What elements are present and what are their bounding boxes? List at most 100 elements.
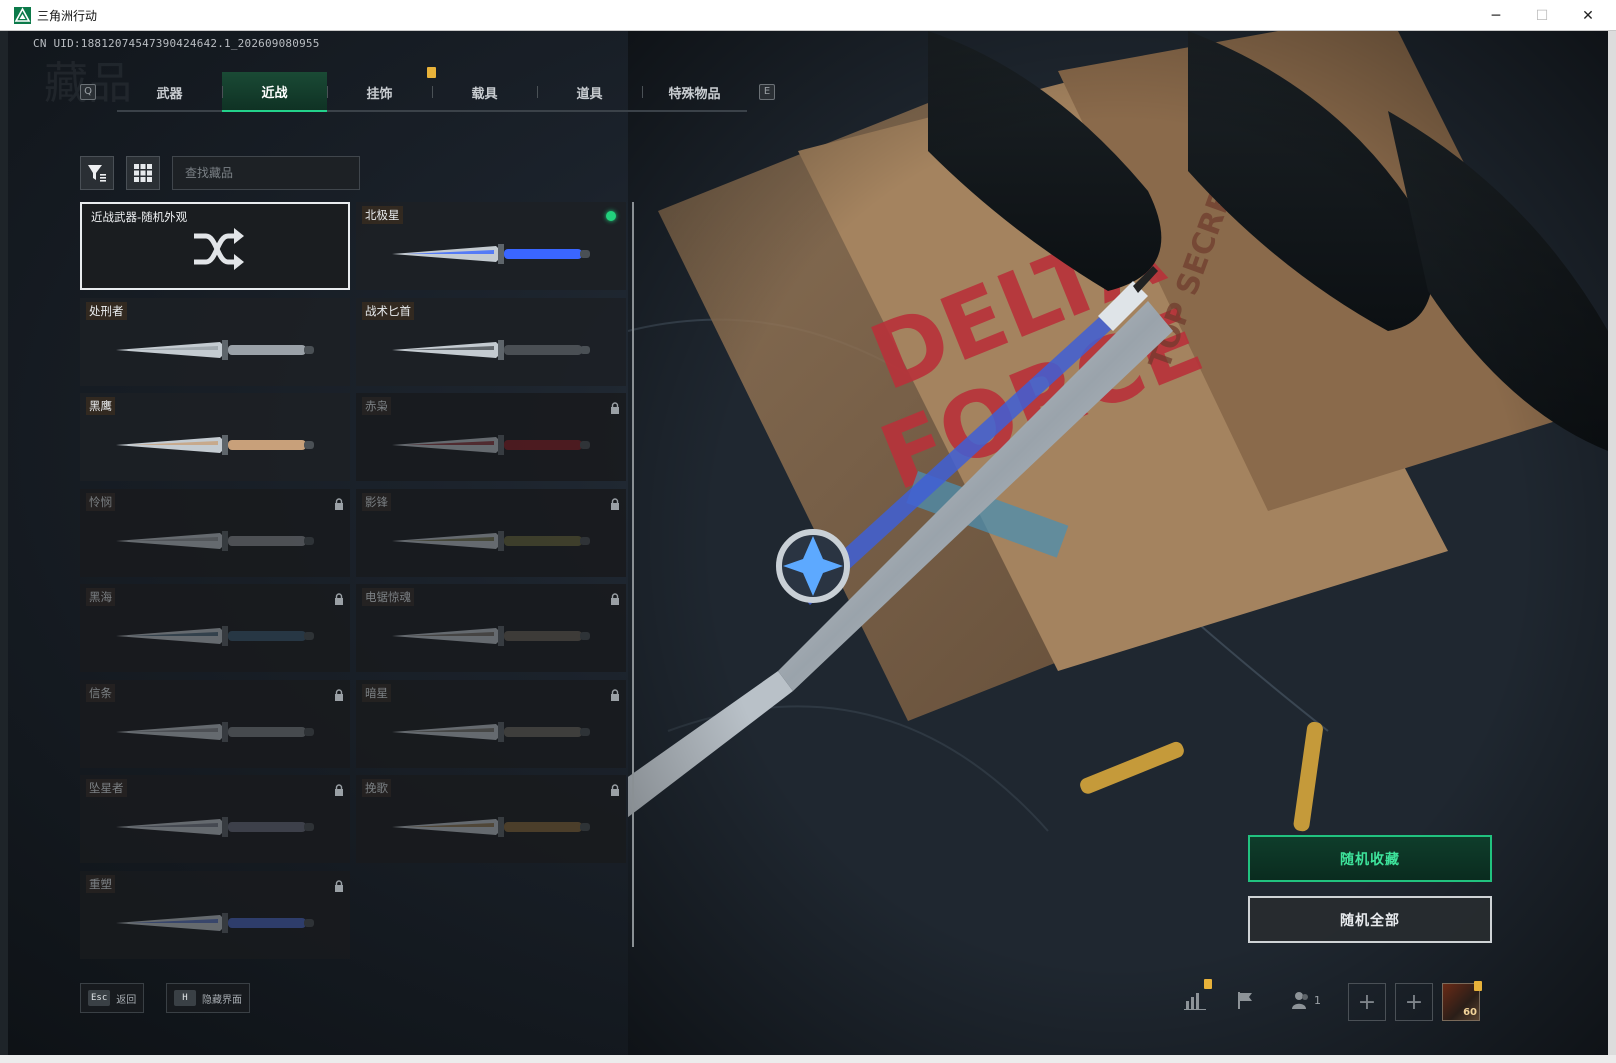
melee-item-label: 挽歌 (362, 779, 391, 797)
shuffle-icon (194, 228, 244, 270)
melee-item-label: 暗星 (362, 683, 391, 702)
melee-item-card[interactable]: 影锋 (356, 488, 626, 577)
melee-item-label: 近战武器-随机外观 (91, 210, 188, 224)
window-bottom-edge (0, 1055, 1616, 1063)
melee-item-card[interactable]: 黑鹰 (80, 393, 350, 481)
bar-chart-icon (1184, 993, 1206, 1010)
lock-icon (334, 590, 344, 605)
tab-props[interactable]: 道具 (537, 72, 642, 112)
knife-image (116, 626, 314, 646)
tab-melee[interactable]: 近战 (222, 72, 327, 112)
stats-alert-icon (1204, 979, 1212, 989)
app-logo-icon (14, 7, 31, 24)
melee-item-card[interactable]: 战术匕首 (356, 297, 626, 386)
tab-vehicles[interactable]: 载具 (432, 72, 537, 112)
close-button[interactable]: ✕ (1565, 0, 1611, 31)
h-key: H (174, 990, 196, 1006)
hide-ui-label: 隐藏界面 (202, 994, 242, 1006)
back-hint[interactable]: Esc 返回 (80, 983, 145, 1013)
friends-button[interactable]: 1 (1284, 985, 1328, 1015)
lock-icon (334, 686, 344, 701)
melee-item-label: 电锯惊魂 (362, 588, 414, 606)
melee-item-card[interactable]: 暗星 (356, 679, 626, 768)
knife-image (116, 530, 314, 551)
plus-icon: + (1404, 989, 1424, 1015)
tab-weapons[interactable]: 武器 (117, 72, 222, 112)
missions-button[interactable] (1230, 985, 1260, 1015)
melee-item-label: 赤枭 (362, 397, 391, 415)
lock-icon (334, 877, 344, 892)
grid-view-button[interactable] (126, 156, 160, 190)
random-favorite-button[interactable]: 随机收藏 (1248, 835, 1492, 882)
plus-icon: + (1357, 989, 1377, 1015)
grid-view-icon (134, 164, 152, 182)
category-tabs: 武器 近战 挂饰 载具 道具 特殊物品 (117, 72, 747, 112)
knife-image (116, 435, 314, 455)
footer-bar: Esc 返回 H 隐藏界面 1 + + 60 (8, 979, 1608, 1031)
knife-image (116, 817, 314, 837)
melee-item-label: 北极星 (362, 206, 403, 224)
flag-icon (1238, 992, 1252, 1009)
lock-icon (610, 590, 620, 605)
filter-icon (88, 165, 106, 182)
lock-icon (610, 495, 620, 510)
title-bar: 三角洲行动 ─ ☐ ✕ (0, 0, 1616, 31)
lock-icon (610, 686, 620, 701)
window-left-edge (0, 31, 8, 1063)
window-right-edge (1608, 31, 1616, 1063)
collection-scene: DELTA FORCE TOP SECRET CN UID:1881207454… (8, 31, 1608, 1055)
melee-item-card[interactable]: 怜悯 (80, 488, 350, 577)
window-title: 三角洲行动 (37, 9, 98, 23)
melee-item-card[interactable]: 黑海 (80, 584, 350, 672)
back-label: 返回 (116, 994, 137, 1006)
melee-item-label: 黑鹰 (86, 397, 115, 415)
player-level: 60 (1463, 1007, 1477, 1018)
melee-item-card[interactable]: 信条 (80, 679, 350, 768)
melee-item-label: 战术匕首 (362, 301, 414, 320)
next-tab-key[interactable]: E (759, 84, 775, 100)
melee-item-card[interactable]: 赤枭 (356, 393, 626, 481)
tab-charms[interactable]: 挂饰 (327, 72, 432, 112)
melee-item-random[interactable]: 近战武器-随机外观 (80, 202, 350, 290)
list-scrollbar[interactable] (632, 202, 634, 947)
esc-key: Esc (88, 990, 111, 1006)
melee-item-label: 重塑 (86, 874, 115, 893)
hide-ui-hint[interactable]: H 隐藏界面 (166, 983, 250, 1013)
prev-tab-key[interactable]: Q (80, 84, 96, 100)
knife-image (116, 339, 314, 360)
category-tabbar: Q 武器 近战 挂饰 载具 道具 特殊物品 E (80, 67, 780, 114)
lock-icon (610, 781, 620, 796)
lock-icon (610, 399, 620, 414)
melee-item-label: 坠星者 (86, 779, 127, 797)
lock-icon (334, 495, 344, 510)
knife-image (392, 435, 590, 455)
knife-image (392, 817, 590, 837)
melee-item-label: 怜悯 (86, 492, 115, 511)
lock-icon (334, 781, 344, 796)
squad-slot-2[interactable]: + (1395, 983, 1433, 1021)
avatar-alert-icon (1474, 981, 1482, 991)
melee-item-label: 信条 (86, 683, 115, 702)
maximize-button[interactable]: ☐ (1519, 0, 1565, 31)
knife-image (392, 530, 590, 551)
melee-item-card[interactable]: 北极星 (356, 202, 626, 290)
random-all-button[interactable]: 随机全部 (1248, 896, 1492, 943)
melee-item-card[interactable]: 电锯惊魂 (356, 584, 626, 672)
melee-item-card[interactable]: 重塑 (80, 870, 350, 959)
filter-button[interactable] (80, 156, 114, 190)
melee-item-card[interactable]: 处刑者 (80, 297, 350, 386)
tab-special-items[interactable]: 特殊物品 (642, 72, 747, 112)
knife-image (392, 626, 590, 646)
search-input[interactable] (172, 156, 360, 190)
knife-image (392, 244, 590, 264)
squad-slot-1[interactable]: + (1348, 983, 1386, 1021)
knife-image (392, 339, 590, 360)
knife-image (392, 721, 590, 742)
melee-item-card[interactable]: 坠星者 (80, 775, 350, 863)
melee-item-label: 处刑者 (86, 301, 127, 320)
stats-button[interactable] (1180, 985, 1210, 1015)
game-window: 三角洲行动 ─ ☐ ✕ CN UID:18812074547390424642.… (0, 0, 1616, 1063)
minimize-button[interactable]: ─ (1473, 0, 1519, 31)
equipped-indicator-icon (606, 211, 616, 221)
melee-item-card[interactable]: 挽歌 (356, 775, 626, 863)
